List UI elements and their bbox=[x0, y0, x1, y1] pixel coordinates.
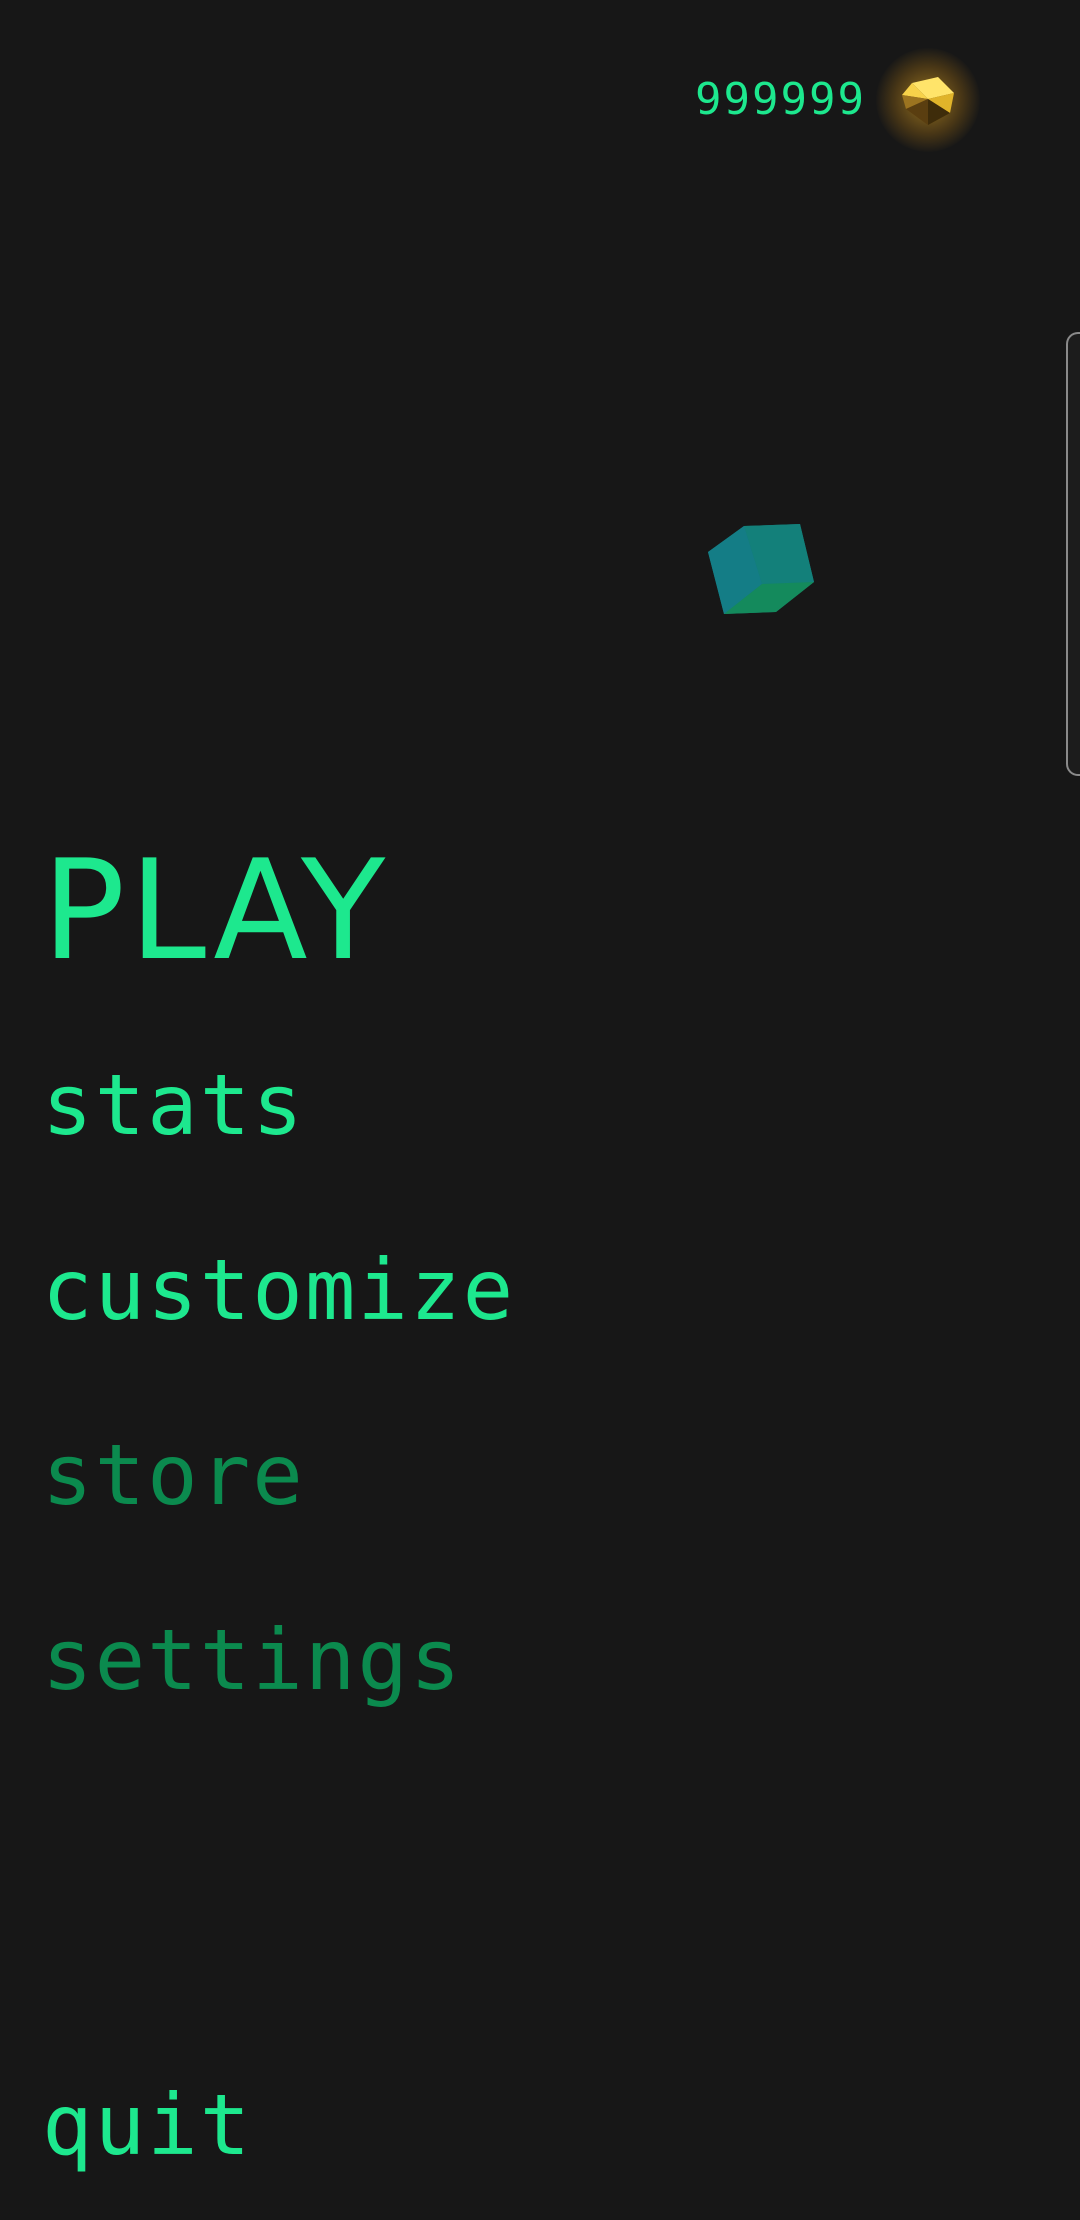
currency-counter: 999999 bbox=[695, 48, 980, 152]
play-button[interactable]: PLAY bbox=[42, 836, 389, 986]
customize-button[interactable]: customize bbox=[42, 1235, 515, 1345]
gem-shape bbox=[902, 77, 954, 125]
teal-cube-icon bbox=[708, 524, 814, 614]
currency-amount: 999999 bbox=[695, 74, 866, 125]
stats-button[interactable]: stats bbox=[42, 1050, 305, 1160]
quit-button[interactable]: quit bbox=[42, 2070, 252, 2180]
settings-button[interactable]: settings bbox=[42, 1605, 463, 1715]
main-menu-screen: 999999 PLAY stats customize store settin… bbox=[0, 0, 1080, 2220]
side-panel-handle[interactable] bbox=[1066, 332, 1080, 776]
gold-gem-icon bbox=[876, 48, 980, 152]
store-button[interactable]: store bbox=[42, 1420, 305, 1530]
